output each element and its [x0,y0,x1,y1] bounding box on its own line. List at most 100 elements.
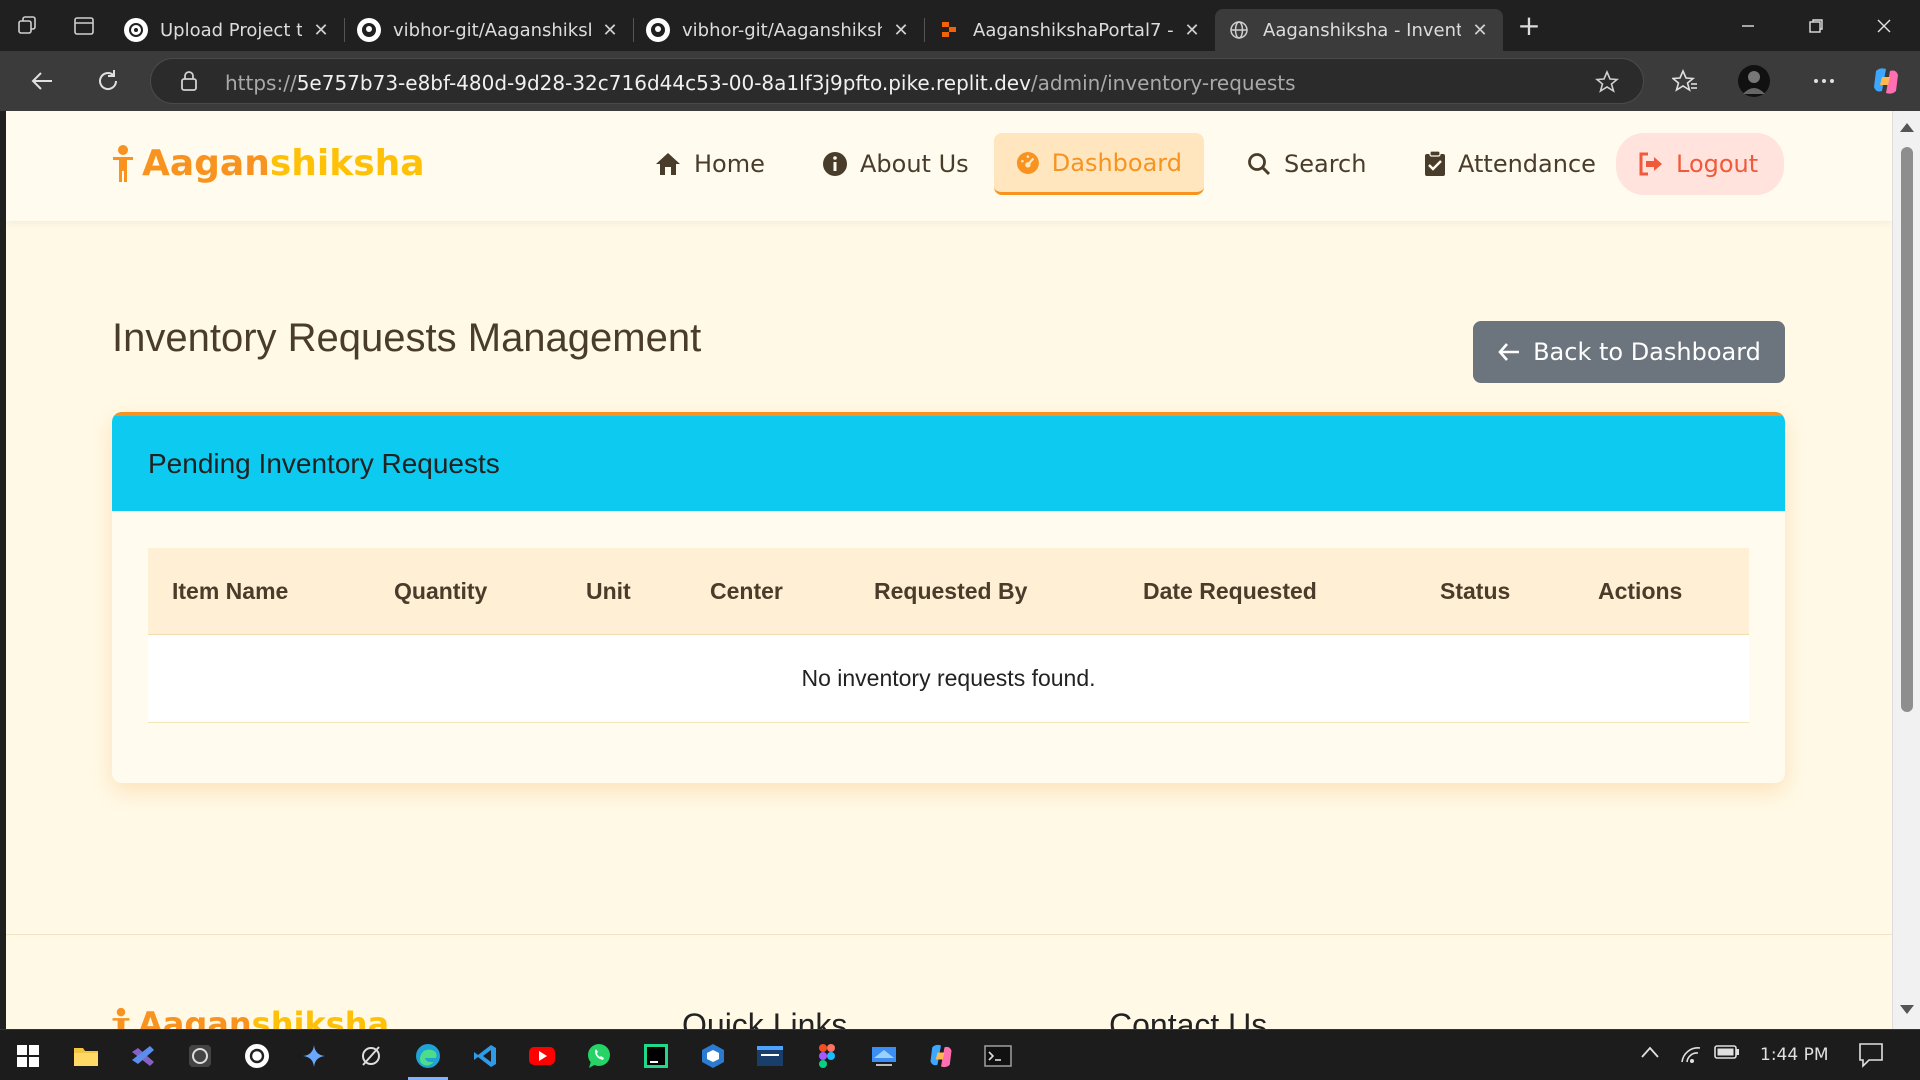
nav-home-label: Home [694,150,765,178]
gemini-icon[interactable] [294,1038,334,1074]
brand-text-aagan: Aagan [142,143,270,184]
nav-about-label: About Us [860,150,969,178]
windows-start-icon[interactable] [8,1038,48,1074]
nav-search-label: Search [1284,150,1367,178]
back-arrow-icon[interactable] [24,63,60,99]
remote-desktop-icon[interactable] [864,1038,904,1074]
more-options-icon[interactable] [1806,63,1842,99]
pycharm-icon[interactable] [636,1038,676,1074]
footer-divider [6,934,1892,935]
obs-studio-icon[interactable] [180,1038,220,1074]
logout-button[interactable]: Logout [1616,133,1784,195]
virtualbox-icon[interactable] [693,1038,733,1074]
github-icon [646,18,670,42]
tab-title: vibhor-git/Aaganshiksha [682,19,882,41]
back-to-dashboard-button[interactable]: Back to Dashboard [1473,321,1785,383]
column-header: Status [1440,578,1511,604]
close-icon[interactable]: ✕ [310,19,332,41]
refresh-icon[interactable] [90,63,126,99]
show-hidden-icons-icon[interactable] [1640,1044,1660,1064]
notifications-icon[interactable] [1858,1042,1884,1073]
pending-requests-card: Pending Inventory Requests Item Name Qua… [112,412,1785,783]
tab-title: AaganshikshaPortal7 - Re [973,19,1173,41]
visual-studio-icon[interactable] [123,1038,163,1074]
favorites-icon[interactable] [1667,63,1703,99]
lock-icon[interactable] [179,70,199,96]
youtube-icon[interactable] [522,1038,562,1074]
profile-avatar[interactable] [1736,63,1772,99]
chatgpt-icon [124,18,148,42]
copilot-app-icon[interactable] [921,1038,961,1074]
column-header: Center [710,578,783,604]
column-header: Requested By [874,578,1028,604]
tab-actions-icon[interactable] [56,0,112,51]
figma-icon[interactable] [807,1038,847,1074]
close-window-icon[interactable] [1850,0,1918,51]
nav-dashboard[interactable]: Dashboard [994,133,1204,195]
github-icon [357,18,381,42]
search-icon [1248,153,1271,176]
site-navbar: Aagan shiksha Home About Us Dashboard Sea… [6,111,1892,221]
footer-brand-aagan: Aagan [138,1005,252,1029]
column-header: Quantity [394,578,488,604]
browser-tab[interactable]: AaganshikshaPortal7 - Re ✕ [925,9,1215,51]
nav-dashboard-label: Dashboard [1051,148,1182,177]
vscode-icon[interactable] [465,1038,505,1074]
footer-brand-shiksha: shiksha [251,1005,390,1029]
battery-icon[interactable] [1714,1044,1740,1065]
page-viewport: Aagan shiksha Home About Us Dashboard Sea… [6,111,1892,1029]
browser-tab[interactable]: Upload Project to GitHub ✕ [112,9,344,51]
site-logo[interactable]: Aagan shiksha [110,143,425,184]
whatsapp-icon[interactable] [579,1038,619,1074]
browser-tab-bar: Upload Project to GitHub ✕ vibhor-git/Aa… [0,0,1920,51]
file-explorer-icon[interactable] [66,1038,106,1074]
scroll-down-icon[interactable] [1900,1005,1914,1014]
copilot-icon[interactable] [1868,63,1904,99]
chatgpt-app-icon[interactable] [237,1038,277,1074]
new-tab-button[interactable]: + [1503,0,1555,51]
globe-icon [1227,18,1251,42]
nav-attendance-label: Attendance [1458,150,1596,178]
table-row: No inventory requests found. [148,635,1749,723]
wifi-icon[interactable] [1680,1044,1702,1069]
column-header: Actions [1598,578,1683,604]
column-header: Unit [586,578,631,604]
info-icon [823,152,847,176]
restore-icon[interactable] [1782,0,1850,51]
browser-tab[interactable]: vibhor-git/Aaganshiksha ✕ [345,9,633,51]
perplexity-icon[interactable] [351,1038,391,1074]
footer-quick-links-heading: Quick Links [682,1007,848,1029]
close-icon[interactable]: ✕ [1469,19,1491,41]
footer-logo[interactable]: Aagan shiksha [110,1005,389,1029]
terminal-icon[interactable] [978,1038,1018,1074]
child-icon [113,144,133,182]
replit-icon [937,18,961,42]
browser-tab[interactable]: vibhor-git/Aaganshiksha ✕ [634,9,924,51]
windows-taskbar: 1:44 PM [0,1029,1920,1080]
close-icon[interactable]: ✕ [890,19,912,41]
scrollbar-thumb[interactable] [1901,147,1913,712]
scroll-up-icon[interactable] [1900,123,1914,132]
browser-address-bar: https://5e757b73-e8bf-480d-9d28-32c716d4… [0,51,1920,111]
nav-attendance[interactable]: Attendance [1402,133,1618,195]
favorite-star-icon[interactable] [1594,69,1620,98]
workspaces-icon[interactable] [0,0,56,51]
close-icon[interactable]: ✕ [599,19,621,41]
nav-about[interactable]: About Us [800,133,991,195]
nav-search[interactable]: Search [1224,133,1388,195]
minimize-icon[interactable] [1714,0,1782,51]
brand-text-shiksha: shiksha [269,143,425,184]
mysql-workbench-icon[interactable] [750,1038,790,1074]
nav-home[interactable]: Home [632,133,787,195]
card-title: Pending Inventory Requests [148,448,500,479]
card-header: Pending Inventory Requests [112,412,1785,511]
edge-browser-icon[interactable] [408,1038,448,1080]
page-scrollbar[interactable] [1892,111,1920,1029]
system-clock[interactable]: 1:44 PM [1760,1045,1829,1065]
clipboard-check-icon [1425,151,1445,176]
url-field[interactable]: https://5e757b73-e8bf-480d-9d28-32c716d4… [150,58,1644,104]
browser-tab-active[interactable]: Aaganshiksha - Inventory ✕ [1215,9,1503,51]
close-icon[interactable]: ✕ [1181,19,1203,41]
column-header: Item Name [172,578,289,604]
url-path: /admin/inventory-requests [1030,71,1296,95]
